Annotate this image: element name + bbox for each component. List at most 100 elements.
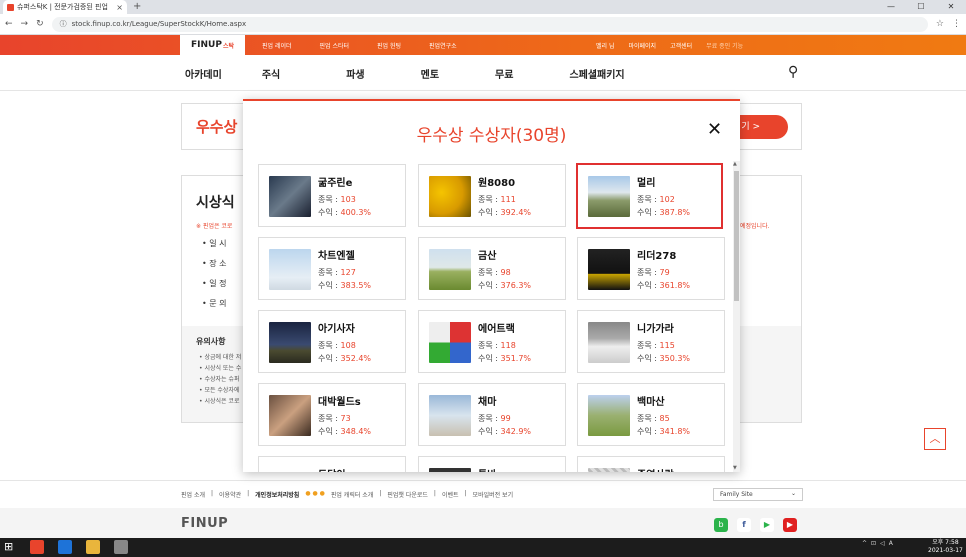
forward-icon[interactable]: → [21,19,29,29]
topnav-hunting[interactable]: 핀업 헌팅 [377,41,401,50]
promo-link[interactable]: 무료 종인 기능 [706,41,743,50]
user-name[interactable]: 멜리 님 [596,41,614,50]
family-site-select[interactable]: Family Site ⌄ [713,488,803,501]
site-favicon-icon [7,3,14,11]
winner-card-9[interactable]: 니가가라 종목 : 115 수익 : 350.3% [577,310,725,373]
play-icon[interactable]: ▶ [760,518,774,532]
winner-card-4[interactable]: 차트엔젤 종목 : 127 수익 : 383.5% [258,237,406,300]
winner-card-13[interactable]: 도담이 [258,456,406,472]
tray-icon[interactable]: ^ [862,540,867,547]
winner-count: 종목 : 79 [637,267,670,278]
scroll-up-arrow[interactable]: ▲ [733,161,737,167]
notice-title: 유의사항 [196,337,226,346]
reload-icon[interactable]: ↻ [36,19,44,29]
blog-icon[interactable]: b [714,518,728,532]
ceremony-item: • 일 시 [202,239,227,248]
winner-avatar [269,322,311,363]
volume-icon[interactable]: ◁ [880,540,885,547]
nav-academy[interactable]: 아카데미 [185,66,222,81]
explorer-icon[interactable] [86,540,100,554]
youtube-icon[interactable]: ▶ [783,518,797,532]
banner-title: 우수상 [196,118,238,136]
scroll-thumb[interactable] [734,171,739,301]
winner-card-15[interactable]: 준영사랑 [577,456,725,472]
winner-card-11[interactable]: 채마 종목 : 99 수익 : 342.9% [418,383,566,446]
nav-stock[interactable]: 주식 [262,66,280,81]
footer-link[interactable]: 이용약관 [219,490,241,499]
winner-count: 종목 : 115 [637,340,675,351]
maximize-button[interactable]: ☐ [906,0,936,14]
tab-close-icon[interactable]: × [116,3,123,12]
footer-link[interactable]: 핀업챗 다운로드 [387,490,428,499]
nav-mentor[interactable]: 멘토 [421,66,439,81]
info-icon[interactable]: ⓘ [60,19,67,29]
modal-close-button[interactable]: ✕ [707,119,722,140]
nav-derivatives[interactable]: 파생 [346,66,364,81]
footer-link[interactable]: 이벤트 [442,490,459,499]
network-icon[interactable]: ⊡ [871,540,876,547]
footer-link[interactable]: 모바일버전 보기 [473,490,514,499]
winner-card-1[interactable]: 굶주린e 종목 : 103 수익 : 400.3% [258,164,406,227]
search-icon[interactable]: ⚲ [788,64,798,80]
topnav-starter[interactable]: 핀업 스타터 [320,41,350,50]
winner-return: 수익 : 387.8% [637,207,690,218]
return-value: 350.3% [659,354,691,363]
notice-line: • 수상자는 슈퍼 [199,376,240,383]
taskbar-clock[interactable]: 오후 7:58 2021-03-17 [928,539,963,555]
count-label: 종목 : [478,195,501,204]
address-bar-row: ← → ↻ ⓘ stock.finup.co.kr/League/SuperSt… [0,14,966,35]
return-label: 수익 : [478,427,501,436]
winner-avatar [269,468,311,472]
modal-scrollbar[interactable]: ▲ ▼ [733,161,740,472]
footer-logo: FINUP [181,516,229,531]
browser-tab[interactable]: 슈퍼스탁K | 전문가검증된 핀업 × [3,0,127,14]
winner-count: 종목 : 102 [637,194,675,205]
winner-name: 아기사자 [318,324,355,335]
winner-name: 차트엔젤 [318,251,355,262]
winner-card-12[interactable]: 백마산 종목 : 85 수익 : 341.8% [577,383,725,446]
nav-special-package[interactable]: 스페셜패키지 [569,66,624,81]
topnav-radar[interactable]: 핀업 레이더 [262,41,292,50]
url-input[interactable]: ⓘ stock.finup.co.kr/League/SuperStockK/H… [51,16,928,32]
count-label: 종목 : [478,341,501,350]
window-close-button[interactable]: ✕ [936,0,966,14]
count-label: 종목 : [318,414,341,423]
winner-name: 채마 [478,397,497,408]
browser-menu-icon[interactable]: ⋮ [952,19,961,29]
footer-link[interactable]: 핀업 소개 [181,490,205,499]
winner-card-7[interactable]: 아기사자 종목 : 108 수익 : 352.4% [258,310,406,373]
winner-card-14[interactable]: 툴바 [418,456,566,472]
winner-count: 종목 : 99 [478,413,511,424]
chrome-icon[interactable] [30,540,44,554]
winner-avatar [429,468,471,472]
ie-icon[interactable] [58,540,72,554]
new-tab-button[interactable]: + [133,0,141,14]
winner-card-2[interactable]: 원8080 종목 : 111 수익 : 392.4% [418,164,566,227]
minimize-button[interactable]: — [876,0,906,14]
ime-icon[interactable]: A [889,540,893,547]
bookmark-star-icon[interactable]: ☆ [936,19,944,29]
topnav-lab[interactable]: 핀업연구소 [429,41,457,50]
app-icon[interactable] [114,540,128,554]
scroll-top-button[interactable]: ︿ [924,428,946,450]
top-nav: 핀업 레이더 핀업 스타터 핀업 헌팅 핀업연구소 [262,35,457,55]
finup-logo[interactable]: FINUP 스탁 [180,35,245,55]
winner-card-3[interactable]: 멀리 종목 : 102 수익 : 387.8% [576,163,723,229]
count-label: 종목 : [318,195,341,204]
nav-free[interactable]: 무료 [495,66,513,81]
scroll-down-arrow[interactable]: ▼ [733,465,737,471]
logo-main-text: FINUP [191,40,222,50]
count-value: 99 [500,414,511,423]
mypage-link[interactable]: 마이페이지 [628,41,656,50]
back-icon[interactable]: ← [5,19,13,29]
support-link[interactable]: 고객센터 [670,41,692,50]
ceremony-note: ※ 핀업은 코로 [196,223,233,230]
footer-link[interactable]: 핀업 캐릭터 소개 [331,490,373,499]
facebook-icon[interactable]: f [737,518,751,532]
winner-card-10[interactable]: 대박월드s 종목 : 73 수익 : 348.4% [258,383,406,446]
start-icon[interactable]: ⊞ [4,540,13,553]
footer-link-privacy[interactable]: 개인정보처리방침 [255,490,299,499]
winner-card-8[interactable]: 에어트랙 종목 : 118 수익 : 351.7% [418,310,566,373]
winner-card-5[interactable]: 금산 종목 : 98 수익 : 376.3% [418,237,566,300]
winner-card-6[interactable]: 리더278 종목 : 79 수익 : 361.8% [577,237,725,300]
